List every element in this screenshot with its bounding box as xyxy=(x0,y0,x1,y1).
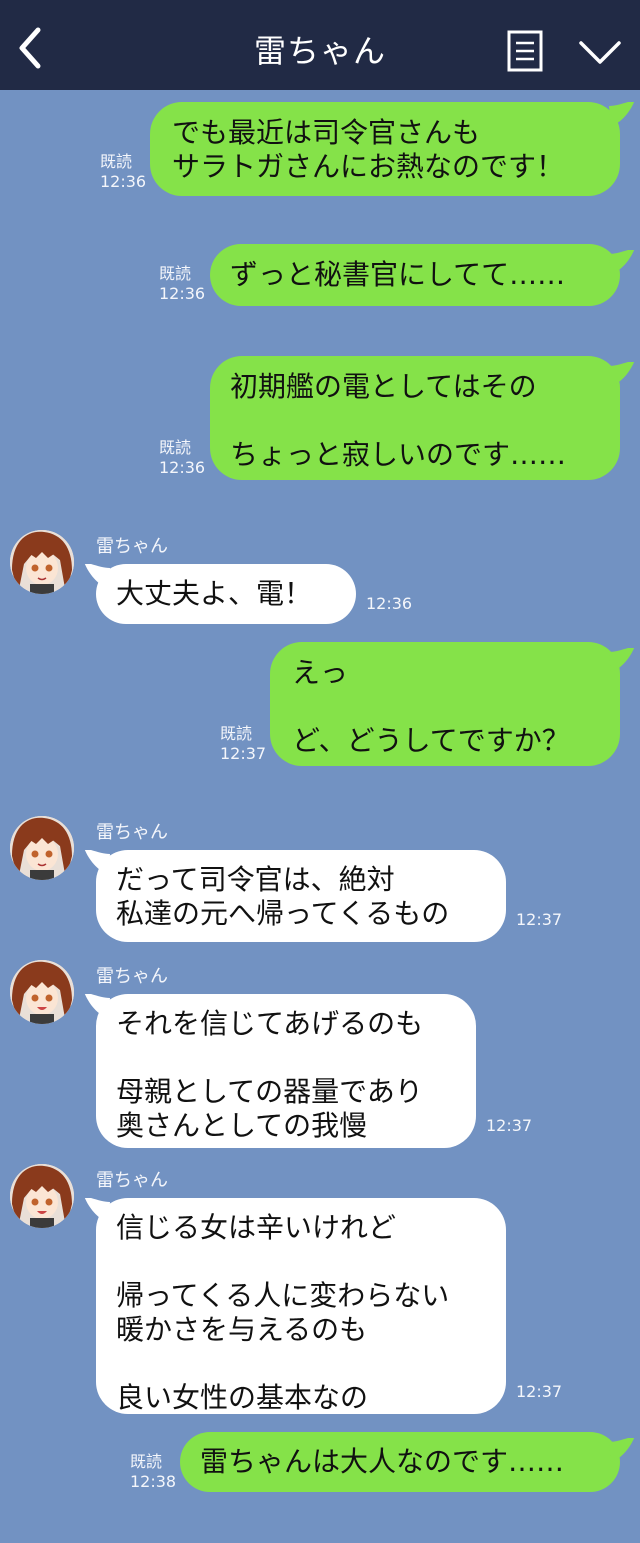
message-bubble: 大丈夫よ、電！ xyxy=(96,564,356,624)
bubble-tail xyxy=(609,250,635,274)
sender-name: 雷ちゃん xyxy=(96,822,168,843)
message-time: 12:37 xyxy=(220,744,267,763)
message-time: 12:37 xyxy=(516,910,563,929)
bubble-tail xyxy=(609,102,635,126)
avatar[interactable] xyxy=(10,816,74,880)
message-time: 12:36 xyxy=(159,458,206,477)
read-receipt: 既読 xyxy=(220,724,253,743)
chevron-down-icon[interactable] xyxy=(578,38,622,68)
sender-name: 雷ちゃん xyxy=(96,1170,168,1191)
message-bubble: でも最近は司令官さんも サラトガさんにお熱なのです！ xyxy=(150,102,620,196)
sender-name: 雷ちゃん xyxy=(96,536,168,557)
bubble-tail xyxy=(609,1438,635,1462)
message-time: 12:36 xyxy=(366,594,413,613)
chat-header: 雷ちゃん xyxy=(0,0,640,90)
read-receipt: 既読 xyxy=(100,152,133,171)
sender-name: 雷ちゃん xyxy=(96,966,168,987)
message-time: 12:36 xyxy=(159,284,206,303)
menu-list-icon[interactable] xyxy=(507,30,543,72)
read-receipt: 既読 xyxy=(159,264,192,283)
message-time: 12:38 xyxy=(130,1472,177,1491)
message-time: 12:37 xyxy=(486,1116,533,1135)
message-list[interactable]: でも最近は司令官さんも サラトガさんにお熱なのです！ 既読 12:36 ずっと秘… xyxy=(0,90,640,1543)
read-receipt: 既読 xyxy=(130,1452,163,1471)
message-bubble: 雷ちゃんは大人なのです…… xyxy=(180,1432,620,1492)
message-bubble: 初期艦の電としてはその ちょっと寂しいのです…… xyxy=(210,356,620,480)
avatar[interactable] xyxy=(10,960,74,1024)
message-bubble: えっ ど、どうしてですか？ xyxy=(270,642,620,766)
avatar[interactable] xyxy=(10,1164,74,1228)
message-bubble: それを信じてあげるのも 母親としての器量であり 奥さんとしての我慢 xyxy=(96,994,476,1148)
message-bubble: 信じる女は辛いけれど 帰ってくる人に変わらない 暖かさを与えるのも 良い女性の基… xyxy=(96,1198,506,1414)
avatar[interactable] xyxy=(10,530,74,594)
message-time: 12:36 xyxy=(100,172,147,191)
read-receipt: 既読 xyxy=(159,438,192,457)
bubble-tail xyxy=(609,362,635,386)
chat-title: 雷ちゃん xyxy=(253,32,386,70)
message-bubble: だって司令官は、絶対 私達の元へ帰ってくるもの xyxy=(96,850,506,942)
message-time: 12:37 xyxy=(516,1382,563,1401)
bubble-tail xyxy=(609,648,635,672)
message-bubble: ずっと秘書官にしてて…… xyxy=(210,244,620,306)
